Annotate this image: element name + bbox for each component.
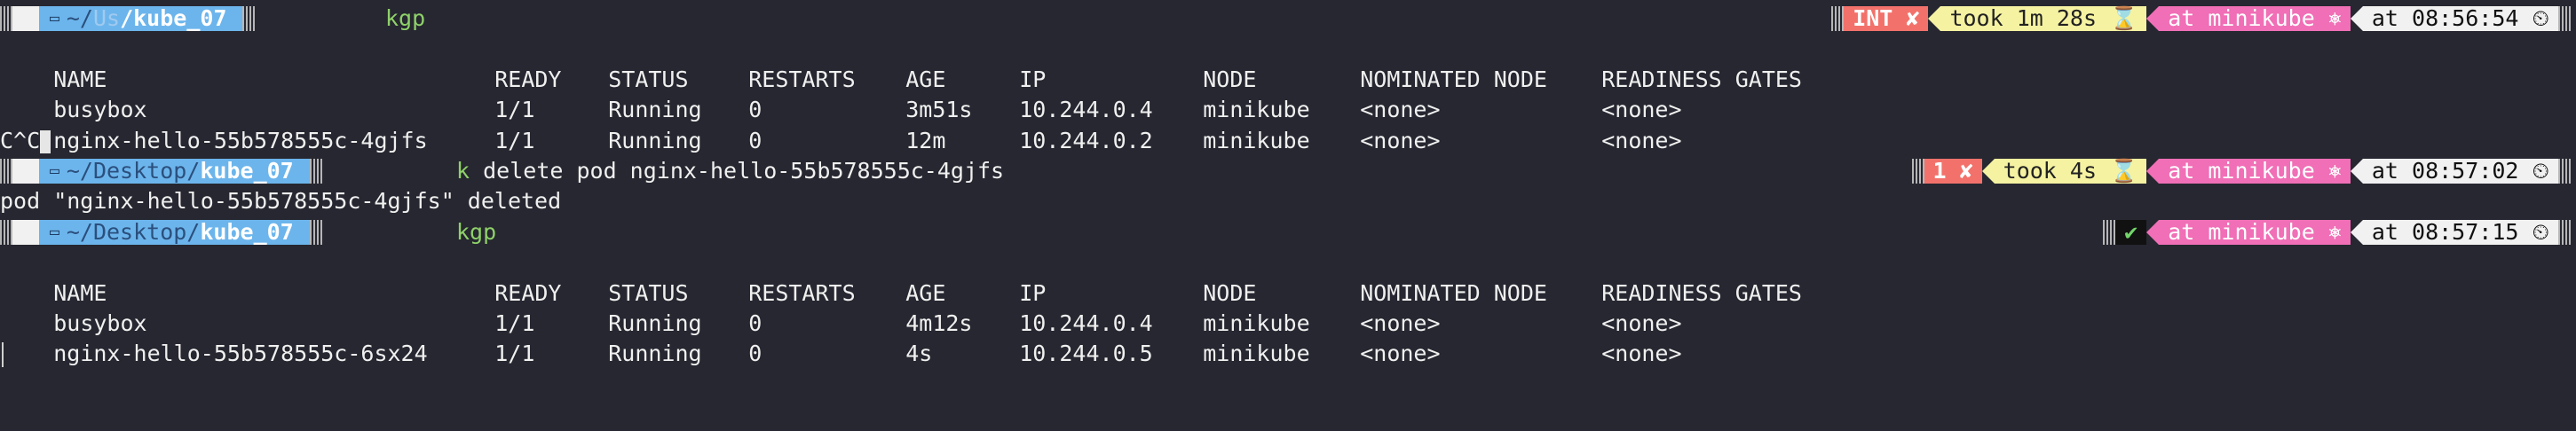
dir-leaf: kube_07: [200, 218, 294, 245]
prompt-line: ▭ ~/Desktop/kube_07 kgp ✔ at minikube ⎈ a…: [0, 217, 2576, 247]
separator-arrow: [2146, 158, 2160, 184]
dither-decoration: [309, 219, 322, 245]
interrupt-line: C^C: [0, 126, 2576, 156]
dither-decoration: [242, 6, 256, 31]
dither-decoration: [1831, 6, 1845, 31]
dither-decoration: [309, 158, 322, 184]
dither-decoration: [2558, 6, 2571, 31]
exit-status-badge: INT ✘: [1844, 6, 1929, 31]
kube-context-segment: at minikube ⎈: [2159, 219, 2351, 245]
dir-mid: Us: [92, 5, 121, 31]
dir-home: ~/: [66, 157, 93, 184]
terminal-window[interactable]: ▭ ~/Us/kube_07 kgp INT ✘ took 1m 28s ⌛ at…: [0, 0, 2576, 371]
dir-leaf: /kube_07: [120, 5, 227, 31]
command-text: kgp: [456, 217, 496, 247]
directory-segment: ▭ ~/Us/kube_07: [39, 5, 243, 31]
command-name: kgp: [385, 5, 426, 31]
command-text: k delete pod nginx-hello-55b578555c-4gjf…: [456, 156, 1004, 186]
prompt-line: ▭ ~/Desktop/kube_07 k delete pod nginx-he…: [0, 156, 2576, 186]
separator-arrow: [1928, 6, 1941, 31]
dither-decoration: [0, 158, 12, 184]
table-row: nginx-hello-55b578555c-6sx24 1/1 Running 0 4…: [0, 309, 2576, 366]
table-header-row: NAME READY STATUS RESTARTS AGE IP NODE NOMINATE…: [0, 247, 2576, 306]
apple-icon: [12, 158, 39, 184]
dither-decoration: [2558, 219, 2571, 245]
table-row: nginx-hello-55b578555c-4gjfs 1/1 Running 0 1…: [0, 95, 2576, 153]
text-cursor: [2, 342, 4, 368]
table-row: busybox 1/1 Running 0 3m51s 10.244.0.4 minikub…: [0, 65, 2576, 122]
kube-context-segment: at minikube ⎈: [2159, 158, 2351, 184]
separator-arrow: [2146, 219, 2160, 245]
folder-icon: ▭: [50, 9, 59, 27]
dir-home: ~/: [66, 5, 93, 31]
dither-decoration: [2558, 158, 2571, 184]
separator-arrow: [2350, 219, 2363, 245]
left-prompt: ▭ ~/Us/kube_07: [0, 5, 256, 31]
command-args: delete pod nginx-hello-55b578555c-4gjfs: [470, 157, 1005, 184]
dither-decoration: [0, 6, 12, 31]
folder-icon: ▭: [50, 222, 59, 241]
folder-icon: ▭: [50, 161, 59, 180]
time-segment: at 08:56:54 ⏲: [2362, 6, 2558, 31]
dir-mid: Desktop/: [92, 218, 201, 245]
right-prompt: 1 ✘ took 4s ⌛ at minikube ⎈ at 08:57:02 …: [1911, 158, 2571, 184]
separator-arrow: [1981, 158, 1995, 184]
text-cursor: [40, 129, 51, 153]
dir-home: ~/: [66, 218, 93, 245]
command-text: kgp: [385, 4, 425, 34]
directory-segment: ▭ ~/Desktop/kube_07: [39, 157, 310, 184]
interrupt-text: C^C: [0, 127, 41, 153]
prompt-line: ▭ ~/Us/kube_07 kgp INT ✘ took 1m 28s ⌛ at…: [0, 4, 2576, 34]
left-prompt: ▭ ~/Desktop/kube_07: [0, 218, 322, 245]
command-output: pod "nginx-hello-55b578555c-4gjfs" delet…: [0, 188, 562, 215]
table-row: busybox 1/1 Running 0 4m12s 10.244.0.4 minikub…: [0, 278, 2576, 336]
apple-icon: [12, 6, 39, 31]
table-header-row: NAME READY STATUS RESTARTS AGE IP NODE NOMINATE…: [0, 34, 2576, 92]
dither-decoration: [1911, 158, 1924, 184]
right-prompt: INT ✘ took 1m 28s ⌛ at minikube ⎈ at 08:…: [1831, 6, 2571, 31]
input-line[interactable]: [0, 339, 2576, 369]
dither-decoration: [2103, 219, 2116, 245]
time-segment: at 08:57:02 ⏲: [2362, 158, 2558, 184]
exit-status-badge: ✔: [2115, 219, 2147, 245]
duration-segment: took 1m 28s ⌛: [1940, 6, 2147, 31]
left-prompt: ▭ ~/Desktop/kube_07: [0, 157, 322, 184]
dir-leaf: kube_07: [200, 157, 294, 184]
separator-arrow: [2350, 158, 2363, 184]
apple-icon: [12, 219, 39, 245]
directory-segment: ▭ ~/Desktop/kube_07: [39, 218, 310, 245]
dither-decoration: [0, 219, 12, 245]
command-name: k: [456, 157, 470, 184]
duration-segment: took 4s ⌛: [1994, 158, 2147, 184]
dir-mid: Desktop/: [92, 157, 201, 184]
right-prompt: ✔ at minikube ⎈ at 08:57:15 ⏲: [2103, 219, 2571, 245]
exit-status-badge: 1 ✘: [1924, 158, 1982, 184]
time-segment: at 08:57:15 ⏲: [2362, 219, 2558, 245]
separator-arrow: [2146, 6, 2160, 31]
separator-arrow: [2350, 6, 2363, 31]
kube-context-segment: at minikube ⎈: [2159, 6, 2351, 31]
command-name: kgp: [456, 218, 497, 245]
